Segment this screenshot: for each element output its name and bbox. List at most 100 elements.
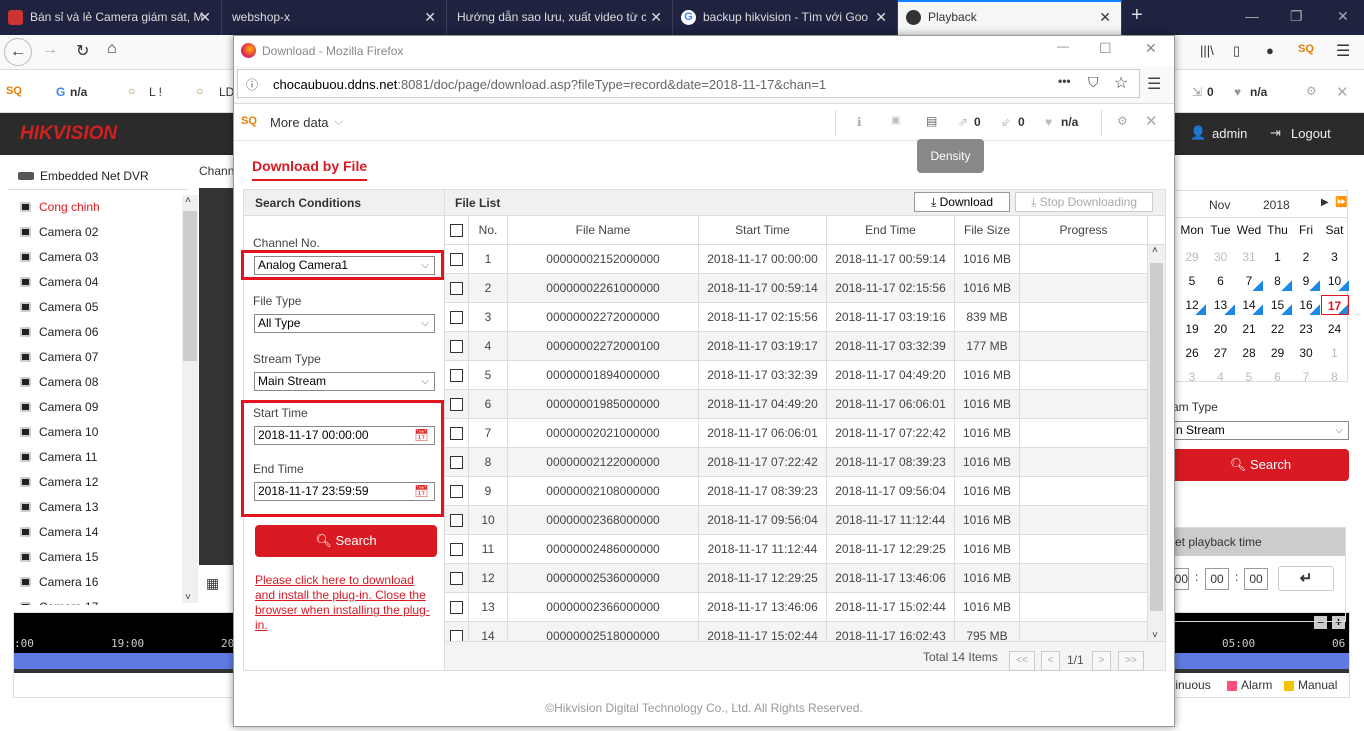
reload-button[interactable]: ↻	[76, 41, 89, 61]
calendar-day[interactable]: 1	[1264, 247, 1292, 267]
sq-extension-icon[interactable]: SQ	[1298, 43, 1314, 55]
calendar-day[interactable]: 29	[1264, 343, 1292, 363]
stream-type-select[interactable]: Main Stream ⌵	[254, 372, 435, 391]
bookmark-item[interactable]: n/a	[70, 85, 87, 99]
close-icon[interactable]: ✕	[1099, 2, 1111, 33]
calendar-day[interactable]: 24	[1321, 319, 1349, 339]
row-checkbox[interactable]	[450, 427, 463, 440]
calendar-day[interactable]: 5	[1178, 271, 1206, 291]
table-row[interactable]: 12 00000002536000000 2018-11-17 12:29:25 20…	[445, 564, 1148, 593]
bookmark-item[interactable]: L !	[149, 85, 162, 99]
page-actions-icon[interactable]: •••	[1058, 74, 1071, 88]
calendar-day[interactable]: 2	[1292, 247, 1320, 267]
camera-item[interactable]: Camera 05	[20, 298, 98, 316]
search-button-bg[interactable]: 🔍︎ Search	[1172, 449, 1349, 481]
table-row[interactable]: 9 00000002108000000 2018-11-17 08:39:23 201…	[445, 477, 1148, 506]
close-icon[interactable]: ✕	[1145, 112, 1158, 130]
plugin-download-link[interactable]: Please click here to download and instal…	[255, 573, 437, 633]
library-icon[interactable]: |||\	[1200, 43, 1214, 58]
calendar-day[interactable]: 29	[1178, 247, 1206, 267]
stream-type-select[interactable]: n Stream ⌵	[1172, 421, 1349, 440]
scrollbar-thumb[interactable]	[1150, 263, 1163, 611]
camera-item[interactable]: Camera 06	[20, 323, 98, 341]
camera-list-scrollbar[interactable]: ˄ ˅	[182, 195, 198, 603]
row-checkbox[interactable]	[450, 630, 463, 641]
camera-item[interactable]: Camera 16	[20, 573, 98, 591]
tab-camera-shop[interactable]: Bán sỉ và lẻ Camera giám sát, M ✕	[0, 0, 222, 35]
camera-item[interactable]: Camera 02	[20, 223, 98, 241]
hour-input[interactable]: 00	[1173, 568, 1189, 590]
close-icon[interactable]: ✕	[646, 0, 662, 35]
row-checkbox[interactable]	[450, 514, 463, 527]
calendar-day[interactable]: 9	[1292, 271, 1320, 291]
row-checkbox[interactable]	[450, 398, 463, 411]
close-window-button[interactable]: ✕	[1337, 8, 1349, 25]
scroll-up-icon[interactable]: ˄	[185, 195, 191, 206]
table-row[interactable]: 5 00000001894000000 2018-11-17 03:32:39 201…	[445, 361, 1148, 390]
table-row[interactable]: 3 00000002272000000 2018-11-17 02:15:56 201…	[445, 303, 1148, 332]
calendar-day[interactable]: 7	[1235, 271, 1263, 291]
info-icon[interactable]: ℹ	[857, 115, 862, 129]
file-list-scrollbar[interactable]: ˄ ˅	[1148, 245, 1165, 641]
calendar-day[interactable]: 19	[1178, 319, 1206, 339]
row-checkbox[interactable]	[450, 601, 463, 614]
calendar-day[interactable]: 30	[1207, 247, 1235, 267]
table-row[interactable]: 13 00000002366000000 2018-11-17 13:46:06 20…	[445, 593, 1148, 622]
camera-item[interactable]: Camera 03	[20, 248, 98, 266]
calendar-day[interactable]: 13	[1206, 295, 1235, 315]
row-checkbox[interactable]	[450, 456, 463, 469]
table-row[interactable]: 7 00000002021000000 2018-11-17 06:06:01 201…	[445, 419, 1148, 448]
camera-item[interactable]: Camera 12	[20, 473, 98, 491]
info-icon[interactable]: ⓘ	[246, 76, 258, 93]
density-icon[interactable]: ▤	[926, 114, 937, 128]
first-page-button[interactable]: <<	[1009, 651, 1035, 671]
calendar-day[interactable]: 6	[1264, 367, 1292, 387]
close-icon[interactable]: ✕	[871, 0, 887, 35]
calendar-day[interactable]: 22	[1264, 319, 1292, 339]
calendar-day[interactable]: 28	[1235, 343, 1263, 363]
scrollbar-thumb[interactable]	[183, 211, 197, 361]
camera-item[interactable]: Camera 09	[20, 398, 98, 416]
enter-button[interactable]: ↵	[1278, 566, 1334, 591]
calendar-day[interactable]: 14	[1235, 295, 1263, 315]
table-row[interactable]: 2 00000002261000000 2018-11-17 00:59:14 201…	[445, 274, 1148, 303]
row-checkbox[interactable]	[450, 340, 463, 353]
calendar-day[interactable]: 30	[1292, 343, 1320, 363]
tab-webshop[interactable]: webshop-x ✕	[222, 0, 447, 35]
calendar-day[interactable]: 26	[1178, 343, 1206, 363]
minimize-button[interactable]: —	[1057, 39, 1069, 53]
scroll-up-icon[interactable]: ˄	[1152, 245, 1158, 256]
camera-item[interactable]: Camera 08	[20, 373, 98, 391]
camera-item[interactable]: Camera 13	[20, 498, 98, 516]
maximize-button[interactable]: ☐	[1099, 40, 1112, 57]
camera-item[interactable]: Camera 11	[20, 448, 97, 466]
calendar-day[interactable]: 15	[1263, 295, 1292, 315]
camera-item[interactable]: Camera 07	[20, 348, 98, 366]
calendar-day[interactable]: 10	[1320, 271, 1349, 291]
gear-icon[interactable]: ⚙	[1117, 114, 1128, 128]
scroll-down-icon[interactable]: ˅	[1152, 630, 1158, 641]
calendar-day[interactable]: 6	[1207, 271, 1235, 291]
calendar-day[interactable]: 4	[1207, 367, 1235, 387]
row-checkbox[interactable]	[450, 543, 463, 556]
next-month-icon[interactable]: ▶	[1321, 197, 1329, 208]
forward-button[interactable]: →	[42, 41, 58, 59]
calendar-day[interactable]: 1	[1321, 343, 1349, 363]
inbound-link-icon[interactable]: ⇙	[1001, 115, 1011, 129]
menu-icon[interactable]: ☰	[1147, 74, 1161, 94]
tab-download-by-file[interactable]: Download by File	[252, 158, 368, 181]
calendar-day[interactable]: 16	[1292, 295, 1320, 315]
home-button[interactable]: ⌂	[107, 40, 117, 58]
row-checkbox[interactable]	[450, 253, 463, 266]
row-checkbox[interactable]	[450, 282, 463, 295]
sidebar-icon[interactable]: ▯	[1233, 43, 1240, 59]
calendar-day[interactable]: 31	[1235, 247, 1263, 267]
heart-icon[interactable]: ♥	[1045, 115, 1052, 129]
camera-item[interactable]: Cong chinh	[20, 198, 100, 216]
close-window-button[interactable]: ✕	[1145, 40, 1157, 57]
minute-input[interactable]: 00	[1205, 568, 1229, 590]
tab-playback[interactable]: Playback ✕	[898, 0, 1122, 35]
table-row[interactable]: 1 00000002152000000 2018-11-17 00:00:00 201…	[445, 245, 1148, 274]
close-icon[interactable]: ✕	[199, 0, 211, 35]
bookmark-star-icon[interactable]: ☆	[1114, 73, 1128, 93]
